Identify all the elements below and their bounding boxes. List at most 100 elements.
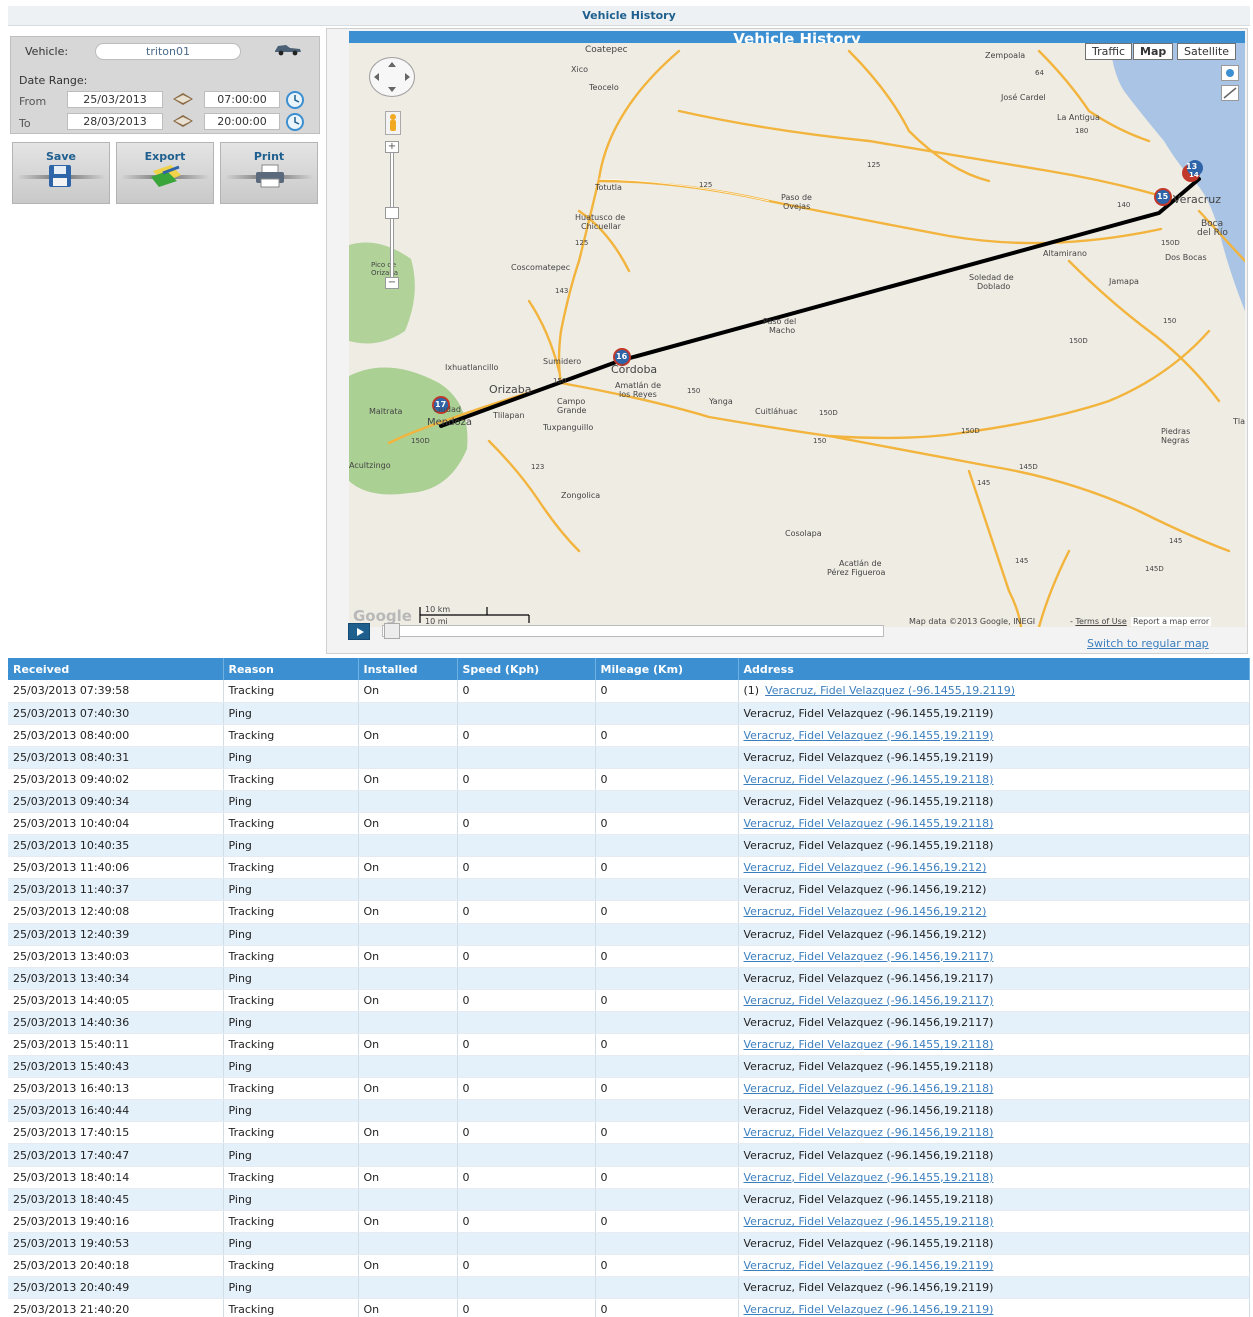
- address-cell[interactable]: Veracruz, Fidel Velazquez (-96.1456,19.2…: [738, 989, 1250, 1012]
- playback-handle[interactable]: [384, 623, 400, 639]
- address-link[interactable]: Veracruz, Fidel Velazquez (-96.1455,19.2…: [744, 1038, 994, 1051]
- address-cell[interactable]: (1) Veracruz, Fidel Velazquez (-96.1455,1…: [738, 680, 1250, 703]
- report-link[interactable]: Report a map error: [1131, 617, 1212, 626]
- table-row[interactable]: 25/03/2013 13:40:34 Ping Veracruz, Fidel V…: [8, 967, 1250, 990]
- table-row[interactable]: 25/03/2013 14:40:05 Tracking On 0 0 Veracruz,…: [8, 989, 1250, 1012]
- address-link[interactable]: Veracruz, Fidel Velazquez (-96.1456,19.2…: [744, 1082, 994, 1095]
- received-cell: 25/03/2013 11:40:37: [8, 878, 224, 902]
- pegman-icon[interactable]: [385, 111, 401, 135]
- column-header[interactable]: Received: [8, 658, 224, 680]
- address-link[interactable]: Veracruz, Fidel Velazquez (-96.1455,19.2…: [744, 1215, 994, 1228]
- table-row[interactable]: 25/03/2013 07:40:30 Ping Veracruz, Fidel V…: [8, 702, 1250, 725]
- zoom-out-button[interactable]: −: [385, 277, 399, 289]
- route-map[interactable]: Coatepec Xico Teocelo Zempoala José Card…: [349, 31, 1245, 627]
- vehicle-select[interactable]: triton01: [95, 43, 241, 60]
- layers-icon[interactable]: [1221, 65, 1239, 81]
- address-cell[interactable]: Veracruz, Fidel Velazquez (-96.1455,19.2…: [738, 768, 1250, 791]
- column-header[interactable]: Address: [738, 658, 1250, 680]
- save-button[interactable]: Save: [12, 142, 110, 204]
- table-row[interactable]: 25/03/2013 11:40:37 Ping Veracruz, Fidel V…: [8, 878, 1250, 902]
- map-type-map[interactable]: Map: [1133, 43, 1174, 60]
- clock-icon[interactable]: [284, 90, 308, 110]
- address-link[interactable]: Veracruz, Fidel Velazquez (-96.1455,19.2…: [744, 817, 994, 830]
- from-date-input[interactable]: 25/03/2013: [67, 91, 163, 108]
- column-header[interactable]: Installed: [358, 658, 458, 680]
- calendar-icon[interactable]: [171, 113, 195, 133]
- address-cell[interactable]: Veracruz, Fidel Velazquez (-96.1456,19.2…: [738, 945, 1250, 968]
- table-row[interactable]: 25/03/2013 09:40:34 Ping Veracruz, Fidel V…: [8, 790, 1250, 814]
- table-row[interactable]: 25/03/2013 16:40:13 Tracking On 0 0 Veracruz,…: [8, 1077, 1250, 1101]
- address-cell[interactable]: Veracruz, Fidel Velazquez (-96.1456,19.2…: [738, 1077, 1250, 1101]
- table-row[interactable]: 25/03/2013 20:40:18 Tracking On 0 0 Veracruz,…: [8, 1254, 1250, 1278]
- map-type-satellite[interactable]: Satellite: [1177, 43, 1237, 60]
- export-button[interactable]: Export: [116, 142, 214, 204]
- address-link[interactable]: Veracruz, Fidel Velazquez (-96.1456,19.2…: [744, 1303, 994, 1316]
- play-icon[interactable]: [348, 623, 370, 640]
- address-link[interactable]: Veracruz, Fidel Velazquez (-96.1455,19.2…: [744, 773, 994, 786]
- map-type-traffic[interactable]: Traffic: [1085, 43, 1133, 60]
- from-time-input[interactable]: 07:00:00: [204, 91, 280, 108]
- address-cell[interactable]: Veracruz, Fidel Velazquez (-96.1456,19.2…: [738, 856, 1250, 880]
- table-row[interactable]: 25/03/2013 15:40:11 Tracking On 0 0 Veracruz,…: [8, 1033, 1250, 1057]
- print-button[interactable]: Print: [220, 142, 318, 204]
- terms-link[interactable]: - Terms of Use: [1070, 617, 1127, 626]
- calendar-icon[interactable]: [171, 91, 195, 111]
- table-row[interactable]: 25/03/2013 17:40:15 Tracking On 0 0 Veracruz,…: [8, 1121, 1250, 1145]
- table-row[interactable]: 25/03/2013 17:40:47 Ping Veracruz, Fidel V…: [8, 1143, 1250, 1167]
- address-cell[interactable]: Veracruz, Fidel Velazquez (-96.1456,19.2…: [738, 900, 1250, 924]
- address-cell[interactable]: Veracruz, Fidel Velazquez (-96.1455,19.2…: [738, 1033, 1250, 1057]
- table-row[interactable]: 25/03/2013 14:40:36 Ping Veracruz, Fidel V…: [8, 1011, 1250, 1035]
- address-link[interactable]: Veracruz, Fidel Velazquez (-96.1455,19.2…: [744, 729, 994, 742]
- table-row[interactable]: 25/03/2013 12:40:39 Ping Veracruz, Fidel V…: [8, 923, 1250, 946]
- address-cell[interactable]: Veracruz, Fidel Velazquez (-96.1456,19.2…: [738, 1121, 1250, 1145]
- road-shield: 150: [813, 437, 827, 445]
- table-row[interactable]: 25/03/2013 18:40:45 Ping Veracruz, Fidel V…: [8, 1188, 1250, 1211]
- table-row[interactable]: 25/03/2013 13:40:03 Tracking On 0 0 Veracruz,…: [8, 945, 1250, 968]
- reason-cell: Ping: [223, 1011, 359, 1035]
- address-link[interactable]: Veracruz, Fidel Velazquez (-96.1456,19.2…: [744, 861, 987, 874]
- address-cell[interactable]: Veracruz, Fidel Velazquez (-96.1456,19.2…: [738, 1298, 1250, 1317]
- address-link[interactable]: Veracruz, Fidel Velazquez (-96.1455,19.2…: [765, 684, 1015, 697]
- mileage-cell: [595, 923, 739, 946]
- address-link[interactable]: Veracruz, Fidel Velazquez (-96.1456,19.2…: [744, 1259, 994, 1272]
- address-cell[interactable]: Veracruz, Fidel Velazquez (-96.1455,19.2…: [738, 812, 1250, 836]
- vehicle-icon[interactable]: [273, 42, 301, 62]
- table-row[interactable]: 25/03/2013 19:40:53 Ping Veracruz, Fidel V…: [8, 1232, 1250, 1255]
- table-row[interactable]: 25/03/2013 20:40:49 Ping Veracruz, Fidel V…: [8, 1276, 1250, 1300]
- table-row[interactable]: 25/03/2013 15:40:43 Ping Veracruz, Fidel V…: [8, 1055, 1250, 1079]
- address-link[interactable]: Veracruz, Fidel Velazquez (-96.1456,19.2…: [744, 905, 987, 918]
- table-row[interactable]: 25/03/2013 19:40:16 Tracking On 0 0 Veracruz,…: [8, 1210, 1250, 1233]
- address-cell[interactable]: Veracruz, Fidel Velazquez (-96.1455,19.2…: [738, 724, 1250, 747]
- to-time-input[interactable]: 20:00:00: [204, 113, 280, 130]
- column-header[interactable]: Speed (Kph): [457, 658, 596, 680]
- switch-to-regular-map-link[interactable]: Switch to regular map: [1087, 637, 1209, 650]
- table-row[interactable]: 25/03/2013 08:40:00 Tracking On 0 0 Veracruz,…: [8, 724, 1250, 747]
- table-row[interactable]: 25/03/2013 11:40:06 Tracking On 0 0 Veracruz,…: [8, 856, 1250, 880]
- table-row[interactable]: 25/03/2013 21:40:20 Tracking On 0 0 Veracruz,…: [8, 1298, 1250, 1317]
- column-header[interactable]: Reason: [223, 658, 359, 680]
- table-row[interactable]: 25/03/2013 10:40:04 Tracking On 0 0 Veracruz,…: [8, 812, 1250, 836]
- table-row[interactable]: 25/03/2013 09:40:02 Tracking On 0 0 Veracruz,…: [8, 768, 1250, 791]
- zoom-in-button[interactable]: +: [385, 141, 399, 153]
- table-row[interactable]: 25/03/2013 07:39:58 Tracking On 0 0 (1) Veracr…: [8, 680, 1250, 703]
- address-cell[interactable]: Veracruz, Fidel Velazquez (-96.1456,19.2…: [738, 1254, 1250, 1278]
- address-cell[interactable]: Veracruz, Fidel Velazquez (-96.1455,19.2…: [738, 1210, 1250, 1233]
- expand-icon[interactable]: [1221, 85, 1239, 101]
- address-link[interactable]: Veracruz, Fidel Velazquez (-96.1455,19.2…: [744, 1171, 994, 1184]
- address-cell[interactable]: Veracruz, Fidel Velazquez (-96.1455,19.2…: [738, 1166, 1250, 1189]
- installed-cell: [358, 1143, 458, 1167]
- column-header[interactable]: Mileage (Km): [595, 658, 739, 680]
- table-row[interactable]: 25/03/2013 12:40:08 Tracking On 0 0 Veracruz,…: [8, 900, 1250, 924]
- address-link[interactable]: Veracruz, Fidel Velazquez (-96.1456,19.2…: [744, 950, 994, 963]
- table-row[interactable]: 25/03/2013 18:40:14 Tracking On 0 0 Veracruz,…: [8, 1166, 1250, 1189]
- address-link[interactable]: Veracruz, Fidel Velazquez (-96.1456,19.2…: [744, 1126, 994, 1139]
- to-date-input[interactable]: 28/03/2013: [67, 113, 163, 130]
- table-row[interactable]: 25/03/2013 10:40:35 Ping Veracruz, Fidel V…: [8, 834, 1250, 858]
- zoom-handle[interactable]: [385, 207, 399, 219]
- playback-slider[interactable]: [382, 625, 884, 637]
- clock-icon[interactable]: [284, 112, 308, 132]
- table-row[interactable]: 25/03/2013 08:40:31 Ping Veracruz, Fidel V…: [8, 746, 1250, 769]
- address-link[interactable]: Veracruz, Fidel Velazquez (-96.1456,19.2…: [744, 994, 994, 1007]
- table-row[interactable]: 25/03/2013 16:40:44 Ping Veracruz, Fidel V…: [8, 1099, 1250, 1123]
- pan-control-icon[interactable]: [369, 57, 415, 97]
